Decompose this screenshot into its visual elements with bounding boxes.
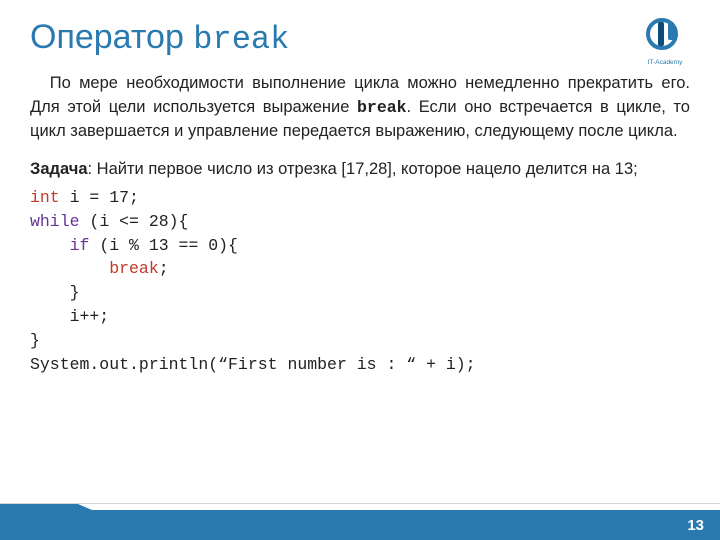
code-l2: (i <= 28){ (80, 212, 189, 231)
task-label: Задача (30, 160, 88, 178)
content-area: По мере необходимости выполнение цикла м… (30, 72, 690, 377)
code-l6: i++; (30, 307, 109, 326)
footer-bar: 13 (0, 510, 720, 540)
slide: Оператор break IT-Academy По мере необхо… (0, 0, 720, 540)
code-kw-int: int (30, 188, 60, 207)
code-l8: System.out.println(“First number is : “ … (30, 355, 476, 374)
code-kw-if: if (70, 236, 90, 255)
code-l5: } (30, 283, 80, 302)
code-l4: ; (159, 259, 169, 278)
logo-caption: IT-Academy (648, 59, 683, 66)
code-pad3 (30, 236, 70, 255)
title-text: Оператор (30, 18, 193, 56)
code-l1: i = 17; (60, 188, 139, 207)
task-text: : Найти первое число из отрезка [17,28],… (88, 160, 638, 178)
code-kw-break: break (109, 259, 159, 278)
it-academy-logo: IT-Academy (634, 14, 696, 68)
slide-title: Оператор break (30, 18, 289, 58)
page-number: 13 (687, 517, 704, 534)
title-mono: break (193, 21, 289, 58)
para-break-kw: break (357, 98, 407, 117)
code-pad4 (30, 259, 109, 278)
code-l3: (i % 13 == 0){ (89, 236, 238, 255)
intro-paragraph: По мере необходимости выполнение цикла м… (30, 72, 690, 144)
code-l7: } (30, 331, 40, 350)
code-block: int i = 17; while (i <= 28){ if (i % 13 … (30, 186, 690, 377)
code-kw-while: while (30, 212, 80, 231)
task-paragraph: Задача: Найти первое число из отрезка [1… (30, 158, 690, 182)
